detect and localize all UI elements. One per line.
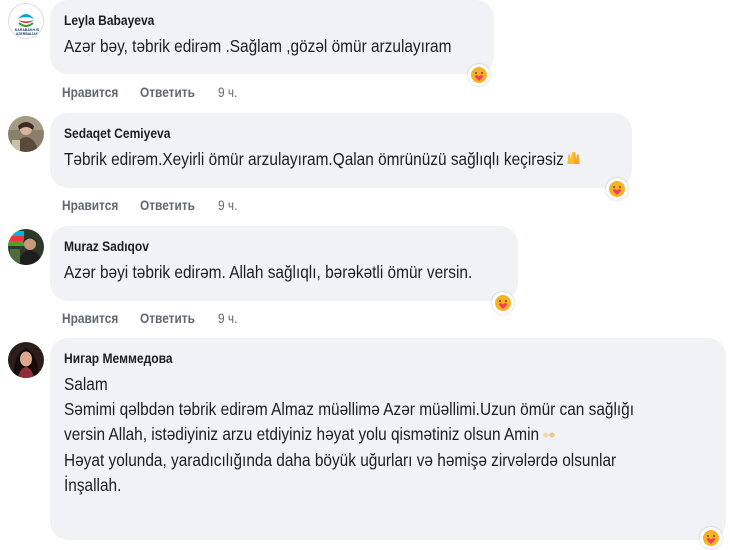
comment-author[interactable]: Muraz Sadıqov xyxy=(64,238,442,254)
avatar[interactable] xyxy=(8,229,44,265)
comment-text-line: versin Allah, istədiyiniz arzu etdiyiniz… xyxy=(64,422,634,448)
care-reaction-icon[interactable] xyxy=(700,527,722,549)
comment-text: Təbrik edirəm.Xeyirli ömür arzulayıram.Q… xyxy=(64,147,580,173)
avatar[interactable]: KARABAKH İS AZERBAIJAN xyxy=(8,3,44,39)
comment-text-line: Azər bəyi təbrik edirəm. Allah sağlıqlı,… xyxy=(64,262,473,282)
comment-text-line: Təbrik edirəm.Xeyirli ömür arzulayıram.Q… xyxy=(64,147,580,173)
avatar[interactable] xyxy=(8,116,44,152)
care-reaction-icon[interactable] xyxy=(468,64,490,86)
reply-link[interactable]: Ответить xyxy=(140,311,209,326)
raised-hands-icon xyxy=(566,148,582,173)
comment-bubble: Нигар Меммедова Salam Səmimi qəlbdən təb… xyxy=(50,338,726,540)
comment-text: Azər bəy, təbrik edirəm .Sağlam ,gözəl ö… xyxy=(64,34,452,59)
avatar-caption: KARABAKH İS AZERBAIJAN xyxy=(14,28,40,36)
timestamp[interactable]: 9 ч. xyxy=(218,198,237,213)
like-link[interactable]: Нравится xyxy=(62,311,131,326)
care-reaction-icon[interactable] xyxy=(492,292,514,314)
comment-actions: Нравится Ответить 9 ч. xyxy=(62,311,240,326)
reply-link[interactable]: Ответить xyxy=(140,85,209,100)
flag-photo-icon xyxy=(8,229,44,265)
comment-actions: Нравится Ответить 9 ч. xyxy=(62,85,240,100)
user-photo-icon xyxy=(8,116,44,152)
like-link[interactable]: Нравится xyxy=(62,198,131,213)
comment-text: Azər bəyi təbrik edirəm. Allah sağlıqlı,… xyxy=(64,260,473,285)
timestamp[interactable]: 9 ч. xyxy=(218,311,237,326)
praying-hands-icon xyxy=(541,423,557,448)
comment-author[interactable]: Leyla Babayeva xyxy=(64,12,422,28)
comment-text-line: Salam xyxy=(64,374,108,394)
user-portrait-icon xyxy=(8,342,44,378)
comment-text-content: versin Allah, istədiyiniz arzu etdiyiniz… xyxy=(64,424,540,444)
like-link[interactable]: Нравится xyxy=(62,85,131,100)
comment-text-line: Azər bəy, təbrik edirəm .Sağlam ,gözəl ö… xyxy=(64,36,452,56)
care-reaction-icon[interactable] xyxy=(606,178,628,200)
comment-text-line: Səmimi qəlbdən təbrik edirəm Almaz müəll… xyxy=(64,399,635,419)
comment-bubble: Sedaqet Cemiyeva Təbrik edirəm.Xeyirli ö… xyxy=(50,113,632,188)
comment-text-line: İnşallah. xyxy=(64,474,122,495)
comment-bubble: Leyla Babayeva Azər bəy, təbrik edirəm .… xyxy=(50,0,494,74)
comment-bubble: Muraz Sadıqov Azər bəyi təbrik edirəm. A… xyxy=(50,226,518,301)
avatar[interactable] xyxy=(8,342,44,378)
reply-link[interactable]: Ответить xyxy=(140,198,209,213)
comment-author[interactable]: Sedaqet Cemiyeva xyxy=(64,125,540,141)
comment-author[interactable]: Нигар Меммедова xyxy=(64,350,621,366)
comment-text-content: Təbrik edirəm.Xeyirli ömür arzulayıram.Q… xyxy=(64,149,564,169)
comment-text: Salam Səmimi qəlbdən təbrik edirəm Almaz… xyxy=(64,372,634,498)
comment-actions: Нравится Ответить 9 ч. xyxy=(62,198,240,213)
timestamp[interactable]: 9 ч. xyxy=(218,85,237,100)
comment-text-line: Həyat yolunda, yaradıcılığında daha böyü… xyxy=(64,449,617,470)
